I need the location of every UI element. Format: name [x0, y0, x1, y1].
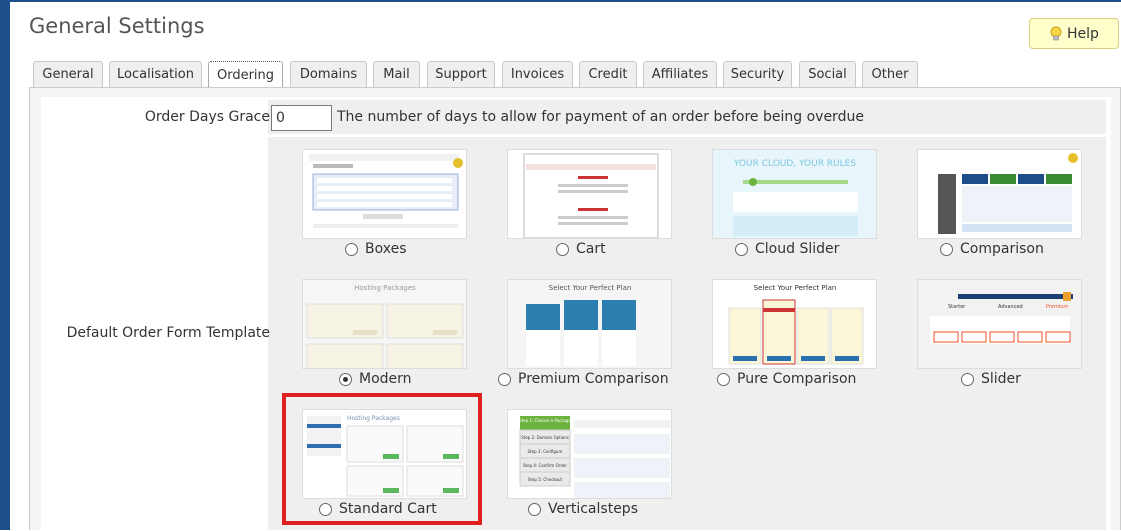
- tab-label: Social: [808, 67, 847, 82]
- template-option-verticalsteps[interactable]: Verticalsteps: [528, 501, 638, 517]
- tab-support[interactable]: Support: [427, 61, 495, 87]
- verticalsteps-step-3: Step 3: Configure: [528, 449, 563, 454]
- verticalsteps-step-2: Step 2: Domain Options: [521, 435, 569, 440]
- slider-preview: Starter Advanced Premium: [918, 280, 1081, 368]
- template-label: Comparison: [960, 241, 1044, 257]
- boxes-thumbnail[interactable]: [302, 149, 467, 239]
- help-button-label: Help: [1067, 25, 1099, 42]
- order-days-grace-description: The number of days to allow for payment …: [337, 109, 864, 125]
- cart-preview: [523, 153, 659, 238]
- template-option-slider[interactable]: Slider: [961, 371, 1021, 387]
- verticalsteps-thumbnail[interactable]: Step 1: Choose a Package Step 2: Domain …: [507, 409, 672, 499]
- window-edge: [0, 0, 10, 530]
- verticalsteps-preview: Step 1: Choose a Package Step 2: Domain …: [508, 410, 671, 498]
- template-label: Pure Comparison: [737, 371, 857, 387]
- tab-domains[interactable]: Domains: [290, 61, 367, 87]
- radio-button[interactable]: [345, 242, 358, 256]
- template-option-cloud-slider[interactable]: Cloud Slider: [735, 241, 839, 257]
- template-label: Cloud Slider: [755, 241, 840, 257]
- default-order-form-label: Default Order Form Template: [66, 325, 270, 341]
- template-label: Cart: [576, 241, 606, 257]
- radio-button[interactable]: [940, 242, 953, 256]
- page-title: General Settings: [29, 14, 205, 38]
- tab-affiliates[interactable]: Affiliates: [643, 61, 717, 87]
- tab-mail[interactable]: Mail: [373, 61, 420, 87]
- highlight-annotation-box: [282, 393, 482, 525]
- template-option-boxes[interactable]: Boxes: [345, 241, 407, 257]
- cloud-slider-heading: YOUR CLOUD, YOUR RULES: [733, 159, 856, 169]
- template-label: Premium Comparison: [518, 371, 669, 387]
- radio-button[interactable]: [498, 372, 511, 386]
- order-days-grace-label: Order Days Grace: [144, 109, 270, 125]
- tab-label: Security: [730, 67, 785, 82]
- pure-comparison-preview: Select Your Perfect Plan: [713, 280, 876, 368]
- tab-label: Invoices: [510, 67, 565, 82]
- radio-button[interactable]: [528, 502, 541, 516]
- modern-preview: Hosting Packages: [303, 280, 466, 368]
- template-option-modern[interactable]: Modern: [339, 371, 412, 387]
- modern-heading: Hosting Packages: [354, 284, 416, 292]
- tab-invoices[interactable]: Invoices: [502, 61, 573, 87]
- template-option-cart[interactable]: Cart: [556, 241, 606, 257]
- comparison-thumbnail[interactable]: [917, 149, 1082, 239]
- radio-button[interactable]: [961, 372, 974, 386]
- template-label: Modern: [359, 371, 412, 387]
- slider-thumbnail[interactable]: Starter Advanced Premium: [917, 279, 1082, 369]
- premium-comparison-preview: Select Your Perfect Plan: [508, 280, 671, 368]
- tab-social[interactable]: Social: [799, 61, 856, 87]
- verticalsteps-step-1: Step 1: Choose a Package: [519, 418, 571, 423]
- tab-credit[interactable]: Credit: [579, 61, 637, 87]
- tab-ordering[interactable]: Ordering: [208, 61, 283, 88]
- radio-button-checked[interactable]: [339, 372, 352, 386]
- slider-tier-1: Starter: [948, 304, 966, 310]
- tab-other[interactable]: Other: [862, 61, 918, 87]
- pure-comparison-heading: Select Your Perfect Plan: [754, 284, 837, 292]
- tab-general[interactable]: General: [33, 61, 103, 87]
- tab-label: Support: [435, 67, 487, 82]
- slider-tier-3: Premium: [1046, 304, 1068, 310]
- radio-button[interactable]: [717, 372, 730, 386]
- template-label: Boxes: [365, 241, 407, 257]
- cart-thumbnail[interactable]: [507, 149, 672, 239]
- tab-label: Localisation: [117, 67, 194, 82]
- modern-thumbnail[interactable]: Hosting Packages: [302, 279, 467, 369]
- template-label: Slider: [981, 371, 1021, 387]
- verticalsteps-step-5: Step 5: Checkout: [528, 477, 563, 482]
- tab-localisation[interactable]: Localisation: [109, 61, 202, 87]
- tab-label: Other: [871, 67, 909, 82]
- help-button[interactable]: Help: [1029, 18, 1119, 49]
- tab-label: Affiliates: [651, 67, 709, 82]
- verticalsteps-step-4: Step 4: Confirm Order: [523, 463, 567, 468]
- radio-button[interactable]: [556, 242, 569, 256]
- radio-button[interactable]: [735, 242, 748, 256]
- order-days-grace-input[interactable]: [271, 105, 332, 131]
- template-option-premium-comparison[interactable]: Premium Comparison: [498, 371, 669, 387]
- tab-label: General: [42, 67, 94, 82]
- template-option-pure-comparison[interactable]: Pure Comparison: [717, 371, 856, 387]
- cloud-slider-preview: YOUR CLOUD, YOUR RULES: [713, 150, 876, 238]
- boxes-preview: [309, 154, 463, 228]
- lightbulb-icon: [1050, 26, 1062, 40]
- premium-comparison-thumbnail[interactable]: Select Your Perfect Plan: [507, 279, 672, 369]
- premium-comparison-heading: Select Your Perfect Plan: [549, 284, 632, 292]
- comparison-preview: [938, 153, 1078, 234]
- tab-label: Ordering: [216, 67, 275, 83]
- tab-label: Mail: [383, 67, 410, 82]
- slider-tier-2: Advanced: [998, 304, 1023, 310]
- tab-label: Domains: [299, 67, 358, 82]
- cloud-slider-thumbnail[interactable]: YOUR CLOUD, YOUR RULES: [712, 149, 877, 239]
- tab-label: Credit: [588, 67, 628, 82]
- tab-security[interactable]: Security: [723, 61, 792, 87]
- template-label: Verticalsteps: [548, 501, 638, 517]
- template-option-comparison[interactable]: Comparison: [940, 241, 1044, 257]
- pure-comparison-thumbnail[interactable]: Select Your Perfect Plan: [712, 279, 877, 369]
